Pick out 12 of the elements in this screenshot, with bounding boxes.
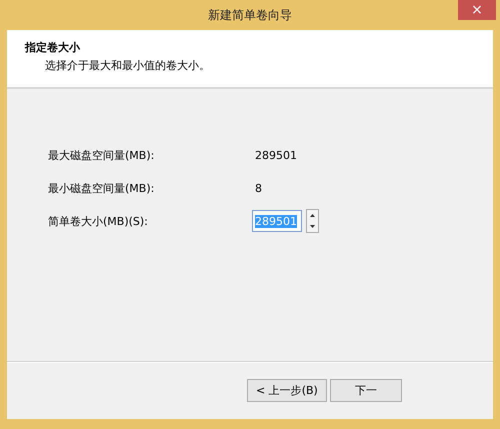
close-button[interactable]: × xyxy=(458,0,496,20)
field-value: 289501 xyxy=(255,148,297,162)
field-label: 简单卷大小(MB)(S): xyxy=(48,214,149,228)
wizard-button[interactable]: 下一 xyxy=(330,379,402,402)
page-subtitle: 选择介于最大和最小值的卷大小。 xyxy=(45,58,210,73)
window-title: 新建简单卷向导 xyxy=(208,6,292,24)
spin-buttons[interactable] xyxy=(306,209,319,233)
field-label: 最大磁盘空间量(MB): xyxy=(48,148,156,162)
field-label: 最小磁盘空间量(MB): xyxy=(48,180,156,196)
wizard-button[interactable]: < 上一步(B) xyxy=(247,379,327,402)
page-title: 指定卷大小 xyxy=(25,40,80,55)
field-value: 8 xyxy=(255,182,262,194)
